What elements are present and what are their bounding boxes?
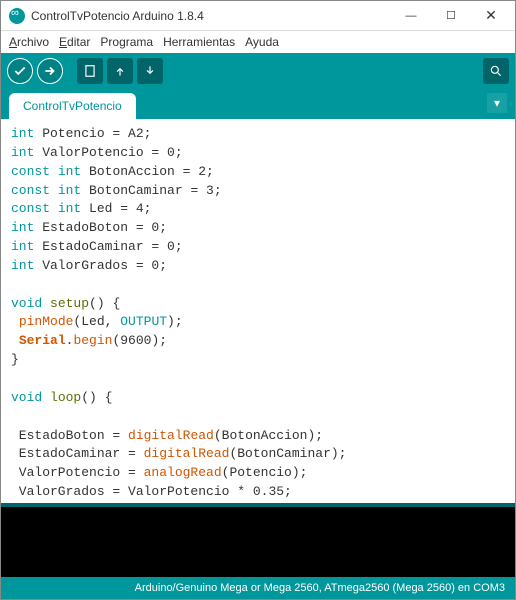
code-token: (Potencio); (222, 465, 308, 480)
code-token: const (11, 201, 50, 216)
tab-menu-button[interactable]: ▾ (487, 93, 507, 113)
code-token: () { (89, 296, 120, 311)
code-token: digitalRead (144, 446, 230, 461)
arduino-logo-icon (9, 8, 25, 24)
code-token: Led = 4; (81, 201, 151, 216)
menu-herramientas[interactable]: Herramientas (163, 35, 235, 49)
serial-monitor-button[interactable] (483, 58, 509, 84)
code-editor[interactable]: int Potencio = A2; int ValorPotencio = 0… (1, 119, 515, 503)
code-token: ValorPotencio = (11, 465, 144, 480)
save-button[interactable] (137, 58, 163, 84)
minimize-button[interactable]: — (391, 2, 431, 30)
code-token: void (11, 296, 42, 311)
code-token: setup (50, 296, 89, 311)
upload-button[interactable] (37, 58, 63, 84)
code-token: void (11, 390, 42, 405)
tabbar: ControlTvPotencio ▾ (1, 89, 515, 119)
code-token: EstadoCaminar = 0; (34, 239, 182, 254)
code-token: int (11, 126, 34, 141)
code-token (11, 333, 19, 348)
code-token: } (11, 352, 19, 367)
maximize-button[interactable]: ☐ (431, 2, 471, 30)
code-token: int (11, 239, 34, 254)
code-token: ValorPotencio = 0; (34, 145, 182, 160)
code-token: Serial (19, 333, 66, 348)
titlebar: ControlTvPotencio Arduino 1.8.4 — ☐ ✕ (1, 1, 515, 31)
code-token: int (50, 201, 81, 216)
code-token (42, 390, 50, 405)
code-token: int (11, 258, 34, 273)
code-token: EstadoCaminar = (11, 446, 144, 461)
code-token: analogRead (144, 465, 222, 480)
window-title: ControlTvPotencio Arduino 1.8.4 (31, 9, 391, 23)
code-token: () { (81, 390, 112, 405)
verify-button[interactable] (7, 58, 33, 84)
toolbar (1, 53, 515, 89)
code-token: (Led, (73, 314, 120, 329)
code-token: int (50, 183, 81, 198)
statusbar: Arduino/Genuino Mega or Mega 2560, ATmeg… (1, 577, 515, 599)
code-token: int (50, 164, 81, 179)
code-token: const (11, 183, 50, 198)
code-token: int (11, 220, 34, 235)
code-token: ValorGrados = ValorPotencio * 0.35; (11, 484, 292, 499)
code-token: Potencio = A2; (34, 126, 151, 141)
menu-programa[interactable]: Programa (100, 35, 153, 49)
new-button[interactable] (77, 58, 103, 84)
code-token: EstadoBoton = (11, 428, 128, 443)
tab-sketch[interactable]: ControlTvPotencio (9, 93, 136, 119)
menu-archivo[interactable]: Archivo (9, 35, 49, 49)
code-token: pinMode (19, 314, 74, 329)
close-button[interactable]: ✕ (471, 2, 511, 30)
code-token: int (11, 145, 34, 160)
code-token: (BotonAccion); (214, 428, 323, 443)
code-token (42, 296, 50, 311)
menu-ayuda[interactable]: Ayuda (245, 35, 279, 49)
code-token: EstadoBoton = 0; (34, 220, 167, 235)
code-token: OUTPUT (120, 314, 167, 329)
code-token: BotonCaminar = 3; (81, 183, 221, 198)
code-token: loop (50, 390, 81, 405)
code-token: BotonAccion = 2; (81, 164, 214, 179)
code-token: ); (167, 314, 183, 329)
code-token: begin (73, 333, 112, 348)
code-token: (BotonCaminar); (229, 446, 346, 461)
code-token: (9600); (112, 333, 167, 348)
open-button[interactable] (107, 58, 133, 84)
code-token: digitalRead (128, 428, 214, 443)
code-token (11, 314, 19, 329)
code-token: ValorGrados = 0; (34, 258, 167, 273)
console-output[interactable] (1, 507, 515, 577)
menu-editar[interactable]: Editar (59, 35, 90, 49)
code-token: const (11, 164, 50, 179)
menubar: Archivo Editar Programa Herramientas Ayu… (1, 31, 515, 53)
board-info: Arduino/Genuino Mega or Mega 2560, ATmeg… (135, 582, 505, 594)
